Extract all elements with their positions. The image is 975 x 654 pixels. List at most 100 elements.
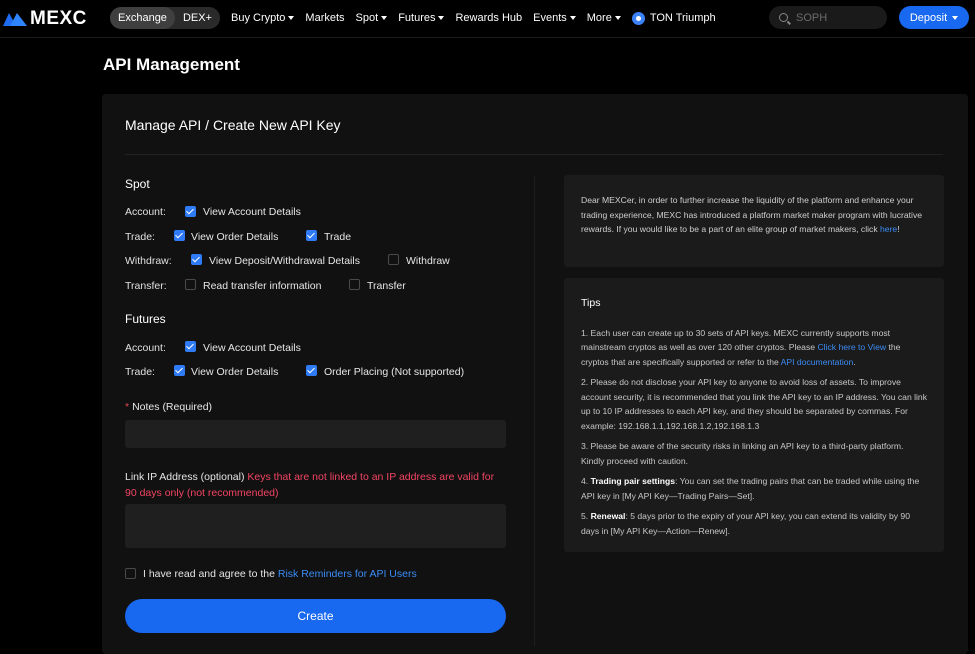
spot-view-account-checkbox[interactable] xyxy=(185,206,196,217)
create-button[interactable]: Create xyxy=(125,599,506,633)
futures-view-account-checkbox[interactable] xyxy=(185,341,196,352)
futures-section-title: Futures xyxy=(125,312,166,326)
menu-rewards-hub[interactable]: Rewards Hub xyxy=(455,12,522,24)
notes-label-wrap: * Notes (Required) xyxy=(125,401,212,413)
futures-trade-label: Trade: xyxy=(125,366,155,378)
ip-label-wrap: Link IP Address (optional) Keys that are… xyxy=(125,469,506,501)
spot-withdraw-checkbox[interactable] xyxy=(388,254,399,265)
required-mark: * xyxy=(125,401,130,413)
futures-account-label: Account: xyxy=(125,342,166,354)
chevron-down-icon xyxy=(288,16,295,20)
switch-exchange[interactable]: Exchange xyxy=(110,7,175,29)
ip-label: Link IP Address (optional) xyxy=(125,471,245,483)
spot-section-title: Spot xyxy=(125,177,150,191)
menu-label: More xyxy=(586,12,612,24)
deposit-button[interactable]: Deposit xyxy=(899,6,969,29)
futures-view-account-label: View Account Details xyxy=(203,342,301,354)
tip-5: 5. Renewal: 5 days prior to the expiry o… xyxy=(581,509,927,538)
chevron-down-icon xyxy=(381,16,388,20)
switch-dex[interactable]: DEX+ xyxy=(175,7,220,29)
tips-box: Tips 1. Each user can create up to 30 se… xyxy=(564,278,944,552)
menu-label: TON Triumph xyxy=(649,12,716,24)
chevron-down-icon xyxy=(569,16,576,20)
spot-withdraw-option-label: Withdraw xyxy=(406,255,450,267)
panel-title: Manage API / Create New API Key xyxy=(125,117,341,133)
spot-trade-option-label: Trade xyxy=(324,231,352,243)
menu-label: Spot xyxy=(355,12,379,24)
api-documentation-link[interactable]: API documentation xyxy=(781,357,854,367)
spot-view-deposit-checkbox[interactable] xyxy=(191,254,202,265)
chevron-down-icon xyxy=(614,16,621,20)
deposit-label: Deposit xyxy=(909,11,948,24)
page-title: API Management xyxy=(103,55,240,74)
tip-text: 4. xyxy=(581,476,591,486)
futures-order-placing-label: Order Placing (Not supported) xyxy=(324,366,465,378)
tip-bold: Renewal xyxy=(590,511,626,521)
futures-view-order-label: View Order Details xyxy=(191,366,279,378)
spot-transfer-label: Transfer: xyxy=(125,280,167,292)
menu-markets[interactable]: Markets xyxy=(305,12,344,24)
agree-text-wrap: I have read and agree to the Risk Remind… xyxy=(143,568,417,580)
chevron-down-icon xyxy=(952,15,959,20)
menu-label: Futures xyxy=(398,12,436,24)
agree-text: I have read and agree to the xyxy=(143,568,275,580)
spot-transfer-checkbox[interactable] xyxy=(349,279,360,290)
spot-read-transfer-label: Read transfer information xyxy=(203,280,322,292)
mexc-logo-icon xyxy=(3,13,27,26)
menu-ton-triumph[interactable]: TON Triumph xyxy=(631,11,716,25)
menu-label: Buy Crypto xyxy=(231,12,286,24)
futures-view-order-checkbox[interactable] xyxy=(174,365,185,376)
tip-text: 5. xyxy=(581,511,591,521)
agree-checkbox[interactable] xyxy=(125,568,136,579)
ip-warning-2: 90 days only (not recommended) xyxy=(125,487,279,499)
tip-3: 3. Please be aware of the security risks… xyxy=(581,441,904,466)
spot-transfer-option-label: Transfer xyxy=(367,280,406,292)
notice-end: ! xyxy=(897,224,900,234)
spot-withdraw-label: Withdraw: xyxy=(125,255,172,267)
ip-warning-1: Keys that are not linked to an IP addres… xyxy=(247,471,495,483)
tip-4: 4. Trading pair settings: You can set th… xyxy=(581,474,927,503)
exchange-dex-switch: Exchange DEX+ xyxy=(110,7,220,29)
divider xyxy=(125,154,943,155)
risk-reminders-link[interactable]: Risk Reminders for API Users xyxy=(278,568,417,580)
spot-view-order-checkbox[interactable] xyxy=(174,230,185,241)
menu-events[interactable]: Events xyxy=(533,12,576,24)
mexc-logo[interactable]: MEXC xyxy=(3,8,87,30)
notes-input[interactable] xyxy=(125,420,506,448)
search-input[interactable] xyxy=(796,11,876,24)
spot-view-deposit-label: View Deposit/Withdrawal Details xyxy=(209,255,360,267)
tip-2: 2. Please do not disclose your API key t… xyxy=(581,377,928,431)
spot-read-transfer-checkbox[interactable] xyxy=(185,279,196,290)
spot-trade-label: Trade: xyxy=(125,231,155,243)
tip-bold: Trading pair settings xyxy=(590,476,676,486)
main-menu: Buy Crypto Markets Spot Futures Rewards … xyxy=(231,0,727,36)
tip-1: 1. Each user can create up to 30 sets of… xyxy=(581,326,927,370)
top-navigation: MEXC Exchange DEX+ Buy Crypto Markets Sp… xyxy=(0,0,975,38)
notes-label: Notes (Required) xyxy=(132,401,213,413)
tips-title: Tips xyxy=(581,297,601,309)
menu-more[interactable]: More xyxy=(587,12,621,24)
futures-order-placing-checkbox[interactable] xyxy=(306,365,317,376)
spot-view-order-label: View Order Details xyxy=(191,231,279,243)
tip-text: : 5 days prior to the expiry of your API… xyxy=(581,511,910,536)
menu-label: Markets xyxy=(305,12,345,24)
market-maker-here-link[interactable]: here xyxy=(880,224,897,234)
menu-buy-crypto[interactable]: Buy Crypto xyxy=(231,12,295,24)
ip-address-textarea[interactable] xyxy=(125,504,506,548)
view-cryptos-link[interactable]: Click here to View xyxy=(817,342,886,352)
api-create-panel: Manage API / Create New API Key Spot Acc… xyxy=(102,94,968,654)
spot-account-label: Account: xyxy=(125,206,166,218)
chevron-down-icon xyxy=(438,16,445,20)
menu-label: Rewards Hub xyxy=(455,12,523,24)
ton-icon xyxy=(631,11,645,25)
spot-view-account-label: View Account Details xyxy=(203,206,301,218)
search-icon xyxy=(779,13,788,22)
logo-text: MEXC xyxy=(30,8,87,29)
menu-spot[interactable]: Spot xyxy=(356,12,388,24)
market-maker-notice: Dear MEXCer, in order to further increas… xyxy=(564,175,944,267)
search-box[interactable] xyxy=(769,6,887,29)
menu-futures[interactable]: Futures xyxy=(398,12,445,24)
tip-text: . xyxy=(853,356,856,367)
menu-label: Events xyxy=(533,12,567,24)
spot-trade-checkbox[interactable] xyxy=(306,230,317,241)
